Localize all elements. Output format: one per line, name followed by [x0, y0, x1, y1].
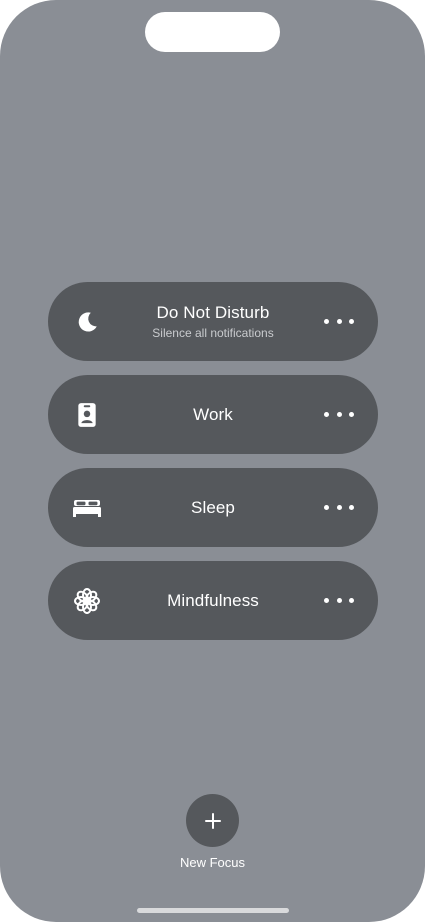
focus-mode-title: Sleep [191, 497, 235, 517]
focus-mode-subtitle: Silence all notifications [152, 326, 274, 340]
ellipsis-icon [324, 319, 329, 324]
id-badge-icon [72, 400, 102, 430]
home-indicator[interactable] [137, 908, 289, 913]
new-focus-label: New Focus [179, 855, 246, 870]
ellipsis-icon [324, 505, 329, 510]
plus-icon [204, 812, 221, 829]
flower-icon [72, 586, 102, 616]
more-options-button[interactable] [324, 498, 354, 518]
new-focus-button[interactable] [186, 794, 239, 847]
focus-mode-work[interactable]: Work [48, 375, 378, 454]
focus-mode-list: Do Not Disturb Silence all notifications… [48, 282, 378, 654]
ellipsis-icon [324, 598, 329, 603]
focus-mode-title: Mindfulness [167, 590, 259, 610]
bed-icon [72, 493, 102, 523]
focus-mode-sleep[interactable]: Sleep [48, 468, 378, 547]
moon-icon [72, 307, 102, 337]
more-options-button[interactable] [324, 405, 354, 425]
focus-mode-title: Work [193, 404, 233, 424]
focus-mode-title: Do Not Disturb [156, 303, 270, 322]
focus-mode-mindfulness[interactable]: Mindfulness [48, 561, 378, 640]
focus-mode-do-not-disturb[interactable]: Do Not Disturb Silence all notifications [48, 282, 378, 361]
dynamic-island [145, 12, 280, 52]
phone-screen: Do Not Disturb Silence all notifications… [0, 0, 425, 922]
more-options-button[interactable] [324, 591, 354, 611]
more-options-button[interactable] [324, 312, 354, 332]
ellipsis-icon [324, 412, 329, 417]
